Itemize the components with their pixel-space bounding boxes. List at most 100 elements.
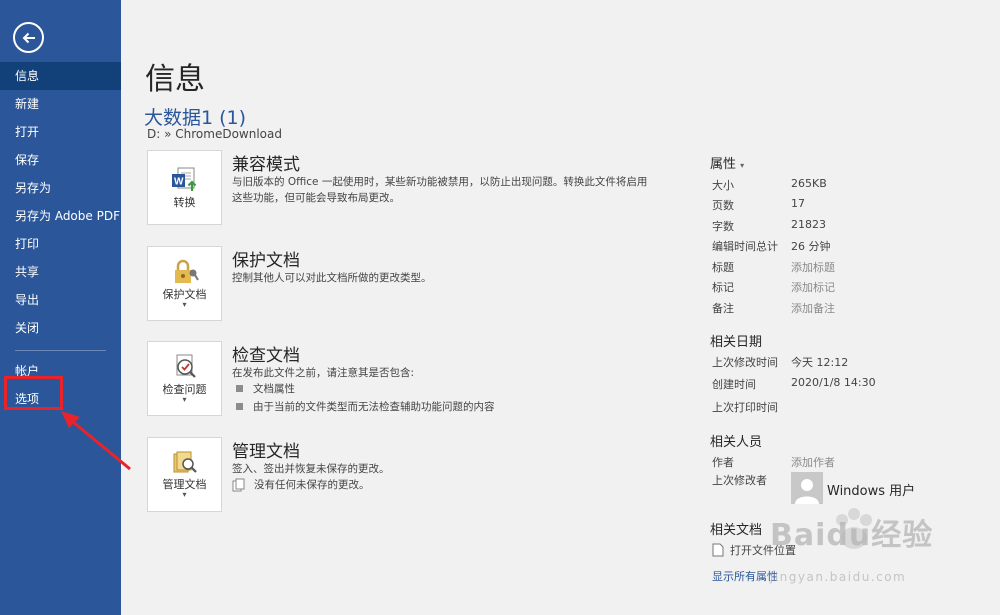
date-key: 上次打印时间 xyxy=(712,401,778,414)
document-name: 大数据1 (1) xyxy=(144,107,247,129)
inspect-bullet: 由于当前的文件类型而无法检查辅助功能问题的内容 xyxy=(232,399,495,414)
page-title: 信息 xyxy=(145,62,205,97)
compat-heading: 兼容模式 xyxy=(232,155,300,175)
property-key: 标题 xyxy=(712,261,734,274)
property-row: 字数 21823 xyxy=(712,218,982,238)
property-row: 备注 添加备注 xyxy=(712,300,982,320)
nav-item-save[interactable]: 保存 xyxy=(0,146,121,174)
nav-item-export[interactable]: 导出 xyxy=(0,286,121,314)
nav-item-new[interactable]: 新建 xyxy=(0,90,121,118)
modifier-name: Windows 用户 xyxy=(827,484,916,499)
add-author-field[interactable]: 添加作者 xyxy=(791,454,835,474)
property-row: 编辑时间总计 26 分钟 xyxy=(712,238,982,258)
properties-heading[interactable]: 属性 ▾ xyxy=(710,153,744,172)
property-row: 标记 添加标记 xyxy=(712,279,982,299)
related-dates-heading: 相关日期 xyxy=(710,335,763,350)
property-key: 字数 xyxy=(712,220,734,233)
convert-label: 转换 xyxy=(173,196,196,209)
lock-key-icon xyxy=(174,259,199,283)
svg-text:W: W xyxy=(174,177,184,188)
manage-document-icon xyxy=(173,451,197,473)
compat-section: W 转换 兼容模式 与旧版本的 Office 一起使用时，某些新功能被禁用，以防… xyxy=(147,150,667,225)
date-row: 上次修改时间 今天 12:12 xyxy=(712,354,982,374)
modifier-key: 上次修改者 xyxy=(712,474,767,487)
date-value: 今天 12:12 xyxy=(791,356,849,369)
related-people-heading: 相关人员 xyxy=(710,435,763,450)
nav-item-share[interactable]: 共享 xyxy=(0,258,121,286)
property-key: 大小 xyxy=(712,179,734,192)
unsaved-changes-text: 没有任何未保存的更改。 xyxy=(254,479,370,491)
properties-heading-text: 属性 xyxy=(710,157,737,172)
property-value: 21823 xyxy=(791,218,826,231)
protect-document-button[interactable]: 保护文档 ▾ xyxy=(147,246,222,321)
nav-divider xyxy=(15,350,106,351)
nav-item-info[interactable]: 信息 xyxy=(0,62,121,90)
inspect-description: 在发布此文件之前，请注意其是否包含: xyxy=(232,367,415,379)
chevron-down-icon: ▾ xyxy=(740,161,745,170)
chevron-down-icon: ▾ xyxy=(182,300,187,309)
protect-heading: 保护文档 xyxy=(232,251,300,271)
property-value: 265KB xyxy=(791,177,827,190)
document-path[interactable]: D: » ChromeDownload xyxy=(147,127,282,141)
unsaved-changes-note: 没有任何未保存的更改。 xyxy=(232,477,370,492)
property-key: 页数 xyxy=(712,199,734,212)
bullet-square-icon xyxy=(236,403,243,410)
nav-item-open[interactable]: 打开 xyxy=(0,118,121,146)
manage-description: 签入、签出并恢复未保存的更改。 xyxy=(232,463,390,475)
inspect-document-icon xyxy=(176,354,196,378)
inspect-bullet-text: 由于当前的文件类型而无法检查辅助功能问题的内容 xyxy=(253,401,495,413)
inspect-section: 检查问题 ▾ 检查文档 在发布此文件之前，请注意其是否包含: 文档属性 由于当前… xyxy=(147,341,667,416)
property-row: 大小 265KB xyxy=(712,177,982,197)
manage-section: 管理文档 ▾ 管理文档 签入、签出并恢复未保存的更改。 没有任何未保存的更改。 xyxy=(147,437,667,512)
modifier-row: 上次修改者 Windows 用户 xyxy=(712,472,982,508)
manage-heading: 管理文档 xyxy=(232,442,300,462)
nav-item-save-as-pdf[interactable]: 另存为 Adobe PDF xyxy=(0,202,121,230)
chevron-down-icon: ▾ xyxy=(182,490,187,499)
protect-description: 控制其他人可以对此文档所做的更改类型。 xyxy=(232,272,432,284)
property-row: 标题 添加标题 xyxy=(712,259,982,279)
watermark-url: jingyan.baidu.com xyxy=(770,570,907,584)
add-comment-field[interactable]: 添加备注 xyxy=(791,300,835,320)
user-silhouette-icon xyxy=(795,479,819,504)
date-row: 上次打印时间 xyxy=(712,399,982,419)
inspect-bullet-text: 文档属性 xyxy=(253,383,295,395)
add-tag-field[interactable]: 添加标记 xyxy=(791,279,835,299)
date-key: 创建时间 xyxy=(712,378,756,391)
property-value: 26 分钟 xyxy=(791,240,831,253)
nav-item-print[interactable]: 打印 xyxy=(0,230,121,258)
bullet-square-icon xyxy=(236,385,243,392)
baidu-watermark: Baidu经验 jingyan.baidu.com xyxy=(770,508,934,584)
add-title-field[interactable]: 添加标题 xyxy=(791,259,835,279)
document-pages-icon xyxy=(232,478,245,491)
back-arrow-icon xyxy=(22,32,35,43)
author-key: 作者 xyxy=(712,456,734,469)
date-row: 创建时间 2020/1/8 14:30 xyxy=(712,376,982,396)
property-key: 标记 xyxy=(712,281,734,294)
manage-document-button[interactable]: 管理文档 ▾ xyxy=(147,437,222,512)
backstage-sidebar: 信息 新建 打开 保存 另存为 另存为 Adobe PDF 打印 共享 导出 关… xyxy=(0,0,121,615)
watermark-logo: Baidu经验 xyxy=(770,518,934,553)
protect-section: 保护文档 ▾ 保护文档 控制其他人可以对此文档所做的更改类型。 xyxy=(147,246,667,321)
related-documents-heading: 相关文档 xyxy=(710,523,763,538)
compat-description: 与旧版本的 Office 一起使用时，某些新功能被禁用，以防止出现问题。转换此文… xyxy=(232,176,648,204)
property-key: 备注 xyxy=(712,302,734,315)
backstage-nav: 信息 新建 打开 保存 另存为 另存为 Adobe PDF 打印 共享 导出 关… xyxy=(0,62,121,413)
file-icon xyxy=(712,543,724,557)
check-issues-button[interactable]: 检查问题 ▾ xyxy=(147,341,222,416)
inspect-bullet: 文档属性 xyxy=(232,381,295,396)
nav-item-close[interactable]: 关闭 xyxy=(0,314,121,342)
property-row: 页数 17 xyxy=(712,197,982,217)
chevron-down-icon: ▾ xyxy=(182,395,187,404)
property-value: 17 xyxy=(791,197,805,210)
date-value: 2020/1/8 14:30 xyxy=(791,376,876,389)
nav-item-save-as[interactable]: 另存为 xyxy=(0,174,121,202)
property-key: 编辑时间总计 xyxy=(712,240,778,253)
back-button[interactable] xyxy=(13,22,44,53)
convert-button[interactable]: W 转换 xyxy=(147,150,222,225)
show-all-properties-link[interactable]: 显示所有属性 xyxy=(712,568,778,584)
word-convert-icon: W xyxy=(171,167,196,191)
inspect-heading: 检查文档 xyxy=(232,346,300,366)
date-key: 上次修改时间 xyxy=(712,356,778,369)
author-row: 作者 添加作者 xyxy=(712,454,982,474)
avatar xyxy=(791,472,823,504)
